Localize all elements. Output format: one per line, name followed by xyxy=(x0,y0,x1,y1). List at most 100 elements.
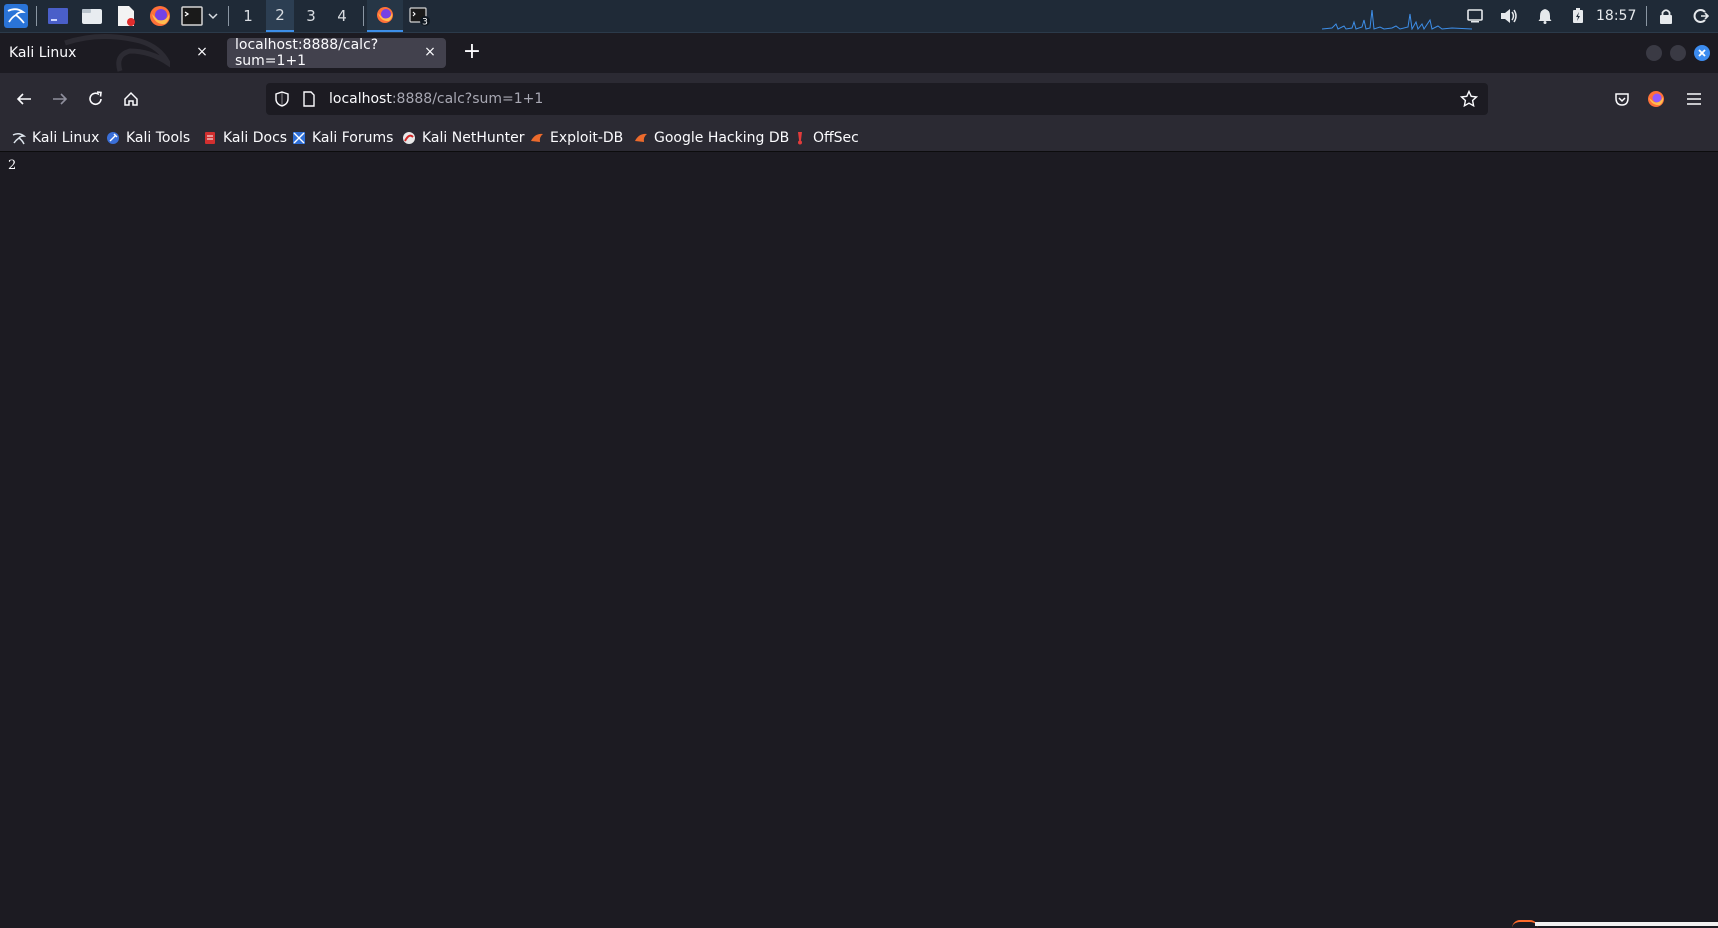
bookmark-label: Kali Forums xyxy=(312,130,394,146)
workspace-3[interactable]: 3 xyxy=(297,0,325,32)
tab-title: Kali Linux xyxy=(9,45,77,61)
display-button[interactable] xyxy=(1464,0,1486,32)
firefox-launcher[interactable] xyxy=(148,0,172,32)
workspace-1[interactable]: 1 xyxy=(234,0,262,32)
show-desktop-button[interactable] xyxy=(46,0,70,32)
home-icon xyxy=(124,91,138,106)
lock-screen-button[interactable] xyxy=(1656,0,1676,32)
taskbar-terminal-group[interactable]: 3 xyxy=(402,0,438,32)
kali-menu-button[interactable] xyxy=(2,0,30,32)
nethunter-icon xyxy=(403,132,415,144)
logout-icon xyxy=(1693,9,1709,23)
bookmark-exploit-db[interactable]: Exploit-DB xyxy=(530,125,623,151)
bookmark-google-hacking-db[interactable]: Google Hacking DB xyxy=(634,125,789,151)
tab-close-icon[interactable]: × xyxy=(422,44,438,62)
panel-separator xyxy=(363,6,364,26)
calc-result-text: 2 xyxy=(8,158,17,173)
workspace-2[interactable]: 2 xyxy=(266,0,294,32)
bookmark-star-icon[interactable] xyxy=(1460,90,1478,108)
kali-tools-icon xyxy=(107,132,119,144)
display-icon xyxy=(1467,9,1483,23)
notifications-button[interactable] xyxy=(1534,0,1556,32)
bookmark-label: Kali Tools xyxy=(126,130,191,146)
bookmark-label: Kali Docs xyxy=(223,130,288,146)
pocket-icon xyxy=(1615,93,1629,106)
bookmarks-toolbar: Kali Linux Kali Tools Kali Docs Kali For… xyxy=(0,125,1718,152)
desktop-icon xyxy=(48,8,68,24)
page-info-icon[interactable] xyxy=(302,91,316,107)
close-window-button[interactable] xyxy=(1694,45,1710,61)
page-viewport: 2 xyxy=(0,152,1718,926)
panel-clock[interactable]: 18:57 xyxy=(1596,0,1636,32)
kali-forums-icon xyxy=(293,132,305,144)
bookmark-kali-docs[interactable]: Kali Docs xyxy=(203,125,287,151)
new-tab-button[interactable]: + xyxy=(460,41,484,65)
bookmark-kali-forums[interactable]: Kali Forums xyxy=(292,125,393,151)
terminal-launcher[interactable] xyxy=(180,0,204,32)
bookmark-kali-linux[interactable]: Kali Linux xyxy=(12,125,99,151)
taskbar-firefox-window[interactable] xyxy=(367,0,403,32)
tab-localhost-calc[interactable]: localhost:8888/calc?sum=1+1 × xyxy=(227,37,446,69)
bookmark-label: Exploit-DB xyxy=(550,130,624,146)
logout-button[interactable] xyxy=(1690,0,1712,32)
account-avatar-icon xyxy=(1648,91,1664,107)
home-button[interactable] xyxy=(115,83,147,115)
address-bar[interactable]: localhost:8888/calc?sum=1+1 xyxy=(266,83,1488,115)
app-menu-button[interactable] xyxy=(1678,83,1710,115)
url-path: :8888/calc?sum=1+1 xyxy=(391,91,544,107)
hamburger-menu-icon xyxy=(1687,93,1701,105)
forward-button[interactable] xyxy=(44,83,76,115)
arrow-left-icon xyxy=(16,93,31,105)
text-editor-launcher[interactable] xyxy=(114,0,138,32)
bookmark-label: Kali NetHunter xyxy=(422,130,525,146)
terminal-dropdown[interactable] xyxy=(206,0,220,32)
folder-icon xyxy=(82,9,102,24)
lock-icon xyxy=(1660,9,1672,24)
battery-charging-icon xyxy=(1573,8,1583,23)
reload-icon xyxy=(89,91,102,105)
bookmark-kali-nethunter[interactable]: Kali NetHunter xyxy=(402,125,524,151)
bookmark-offsec[interactable]: OffSec xyxy=(793,125,859,151)
volume-icon xyxy=(1501,9,1517,23)
navigation-toolbar: localhost:8888/calc?sum=1+1 xyxy=(0,73,1718,125)
corner-overlay-panel xyxy=(1535,922,1718,926)
pocket-button[interactable] xyxy=(1606,83,1638,115)
terminal-count-badge: 3 xyxy=(422,18,428,27)
bookmark-label: Kali Linux xyxy=(32,130,100,146)
firefox-icon xyxy=(150,6,170,26)
bookmark-label: OffSec xyxy=(813,130,859,146)
panel-separator xyxy=(1646,6,1647,26)
workspace-4[interactable]: 4 xyxy=(328,0,356,32)
volume-button[interactable] xyxy=(1498,0,1520,32)
kali-dragon-icon xyxy=(12,132,26,145)
offsec-icon xyxy=(798,132,802,145)
chevron-down-icon xyxy=(208,13,218,20)
arrow-right-icon xyxy=(53,93,68,105)
exploit-db-icon xyxy=(531,133,543,142)
kali-docs-icon xyxy=(205,132,215,144)
bookmark-kali-tools[interactable]: Kali Tools xyxy=(106,125,190,151)
tab-close-icon[interactable]: × xyxy=(194,44,210,62)
panel-separator xyxy=(36,6,37,26)
power-manager-button[interactable] xyxy=(1568,0,1588,32)
back-button[interactable] xyxy=(8,83,40,115)
tab-title: localhost:8888/calc?sum=1+1 xyxy=(235,37,379,69)
kali-logo-icon xyxy=(4,4,28,28)
text-editor-icon xyxy=(118,6,135,26)
desktop-panel: 1 2 3 4 3 18:57 xyxy=(0,0,1718,33)
terminal-icon: 3 xyxy=(409,7,430,27)
url-text[interactable]: localhost:8888/calc?sum=1+1 xyxy=(329,83,543,115)
tab-kali-linux[interactable]: Kali Linux × xyxy=(0,38,218,68)
file-manager-launcher[interactable] xyxy=(80,0,104,32)
minimize-window-button[interactable] xyxy=(1646,45,1662,61)
cpu-load-graph xyxy=(1322,9,1472,30)
url-host: localhost xyxy=(329,91,392,107)
maximize-window-button[interactable] xyxy=(1670,45,1686,61)
account-button[interactable] xyxy=(1640,83,1672,115)
reload-button[interactable] xyxy=(80,83,112,115)
ghdb-icon xyxy=(635,133,647,142)
bell-icon xyxy=(1538,9,1552,24)
terminal-icon xyxy=(181,6,203,26)
tracking-protection-shield-icon[interactable] xyxy=(274,91,290,107)
close-icon xyxy=(1698,49,1706,57)
